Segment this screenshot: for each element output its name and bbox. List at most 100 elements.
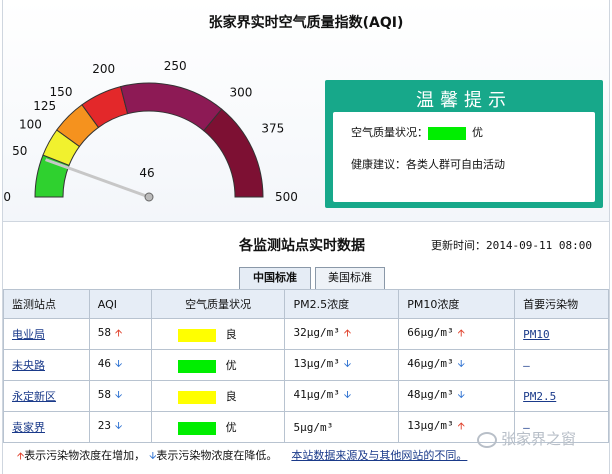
pm10-cell: 46μg/m³ 🡫	[398, 349, 516, 381]
station-name-text[interactable]: 袁家界	[12, 421, 45, 434]
primary-pollutant-text[interactable]: PM10	[523, 328, 550, 341]
station-name[interactable]: 永定新区	[3, 380, 90, 412]
gauge-tick-label: 250	[164, 59, 187, 73]
pm25-cell: 41μg/m³ 🡫	[284, 380, 400, 412]
arrow-up-icon: 🡩	[457, 327, 465, 339]
quality-swatch	[428, 126, 466, 140]
station-name[interactable]: 未央路	[3, 349, 90, 381]
arrow-down-icon: 🡫	[343, 389, 352, 401]
station-name-text[interactable]: 永定新区	[12, 390, 56, 403]
station-name-text[interactable]: 电业局	[12, 328, 45, 341]
quality-color-bar	[177, 328, 216, 342]
gauge-tick-label: 375	[261, 121, 284, 135]
header-station: 监测站点	[3, 289, 90, 319]
quality-row: 空气质量状况： 优	[351, 124, 483, 140]
pm25-cell: 13μg/m³ 🡫	[284, 349, 400, 381]
arrow-up-icon: 🡩	[457, 420, 465, 432]
header-primary: 首要污染物	[514, 289, 609, 319]
tab-us-standard[interactable]: 美国标准	[315, 267, 385, 289]
pm10-value: 46μg/m³	[407, 356, 454, 370]
arrow-down-icon: 🡫	[115, 358, 123, 370]
quality-label: 空气质量状况：	[351, 126, 428, 139]
watermark: 张家界之窗	[477, 428, 576, 449]
gauge-tick-label: 0	[3, 190, 11, 204]
station-name[interactable]: 袁家界	[3, 411, 90, 443]
pm25-value: 32μg/m³	[293, 325, 340, 339]
gauge-tick-label: 200	[92, 62, 115, 76]
pm10-cell: 66μg/m³ 🡩	[398, 318, 516, 350]
gauge-tick-label: 300	[229, 86, 252, 100]
station-name[interactable]: 电业局	[3, 318, 90, 350]
quality-value: 优	[472, 126, 483, 139]
quality-color-bar	[177, 421, 216, 435]
quality-cell: 优	[150, 349, 286, 381]
header-aqi: AQI	[88, 289, 152, 319]
gauge-tick-label: 125	[33, 99, 56, 113]
pm25-cell: 32μg/m³ 🡩	[284, 318, 400, 350]
primary-pollutant: —	[514, 349, 609, 381]
wechat-icon	[477, 431, 497, 448]
aqi-page: 张家界实时空气质量指数(AQI) 0 50 100 125 150 200 250 300 37…	[2, 0, 610, 474]
up-text: 表示污染物浓度在增加，	[24, 449, 146, 462]
aqi-value: 58	[97, 387, 112, 401]
header-quality: 空气质量状况	[150, 289, 286, 319]
table-header-row: 监测站点 AQI 空气质量状况 PM2.5浓度 PM10浓度 首要污染物	[3, 289, 609, 319]
arrow-down-icon: 🡫	[115, 420, 123, 432]
update-label: 更新时间：	[431, 239, 486, 252]
stations-title: 各监测站点实时数据	[239, 238, 365, 254]
down-text: 表示污染物浓度在降低。	[156, 449, 278, 462]
gauge-tick-label: 500	[275, 190, 298, 204]
arrow-down-icon: 🡫	[115, 389, 123, 401]
station-name-text[interactable]: 未央路	[12, 359, 45, 372]
primary-pollutant[interactable]: PM2.5	[514, 380, 609, 412]
tab-china-standard[interactable]: 中国标准	[239, 267, 311, 289]
pm25-cell: 5μg/m³	[284, 411, 400, 443]
aqi-value: 58	[97, 325, 112, 339]
arrow-up-icon: 🡩	[343, 327, 352, 339]
table-row: 永定新区 58 🡫 良 41μg/m³ 🡫 48μg/m³ 🡫 PM2.5	[3, 380, 609, 412]
aqi-value: 46	[97, 356, 112, 370]
arrow-down-icon: 🡫	[457, 389, 465, 401]
pm10-value: 13μg/m³	[407, 418, 454, 432]
gauge-band	[120, 82, 223, 132]
tips-title: 温馨提示	[416, 90, 512, 111]
gauge-tick-label: 50	[12, 144, 27, 158]
quality-cell: 良	[150, 380, 286, 412]
aqi-gauge: 0 50 100 125150 200 250 300 375 500 46	[3, 59, 298, 204]
quality-color-bar	[177, 390, 216, 404]
pm25-value: 41μg/m³	[293, 387, 340, 401]
page-title: 张家界实时空气质量指数(AQI)	[208, 15, 404, 31]
aqi-header-panel: 张家界实时空气质量指数(AQI) 0 50 100 125 150 200 250 300 37…	[3, 0, 609, 222]
tips-panel: 温馨提示 空气质量状况： 优 健康建议：各类人群可自由活动	[325, 80, 603, 208]
aqi-cell: 46 🡫	[88, 349, 152, 381]
gauge-tick-label: 150	[50, 85, 73, 99]
advice-label: 健康建议：	[351, 158, 406, 171]
update-time: 更新时间：2014-09-11 08:00	[431, 237, 592, 253]
advice-row: 健康建议：各类人群可自由活动	[351, 156, 505, 172]
primary-pollutant-text[interactable]: PM2.5	[523, 390, 556, 403]
primary-pollutant[interactable]: PM10	[514, 318, 609, 350]
quality-cell: 优	[150, 411, 286, 443]
data-source-link[interactable]: 本站数据来源及与其他网站的不同。	[291, 449, 467, 462]
gauge-value-label: 46	[139, 166, 154, 180]
pm10-value: 66μg/m³	[407, 325, 454, 339]
table-row: 未央路 46 🡫 优 13μg/m³ 🡫 46μg/m³ 🡫 —	[3, 349, 609, 381]
arrow-down-icon: 🡫	[343, 358, 352, 370]
tips-content: 空气质量状况： 优 健康建议：各类人群可自由活动	[333, 112, 595, 202]
gauge-tick-label: 100	[19, 117, 42, 131]
arrow-up-icon: 🡩	[115, 327, 123, 339]
gauge-band	[203, 108, 264, 198]
update-value: 2014-09-11 08:00	[486, 239, 592, 252]
advice-text: 各类人群可自由活动	[406, 158, 505, 171]
quality-text: 良	[225, 390, 237, 403]
pm10-value: 48μg/m³	[407, 387, 454, 401]
aqi-cell: 58 🡩	[88, 318, 152, 350]
pm25-value: 13μg/m³	[293, 356, 340, 370]
aqi-value: 23	[97, 418, 112, 432]
pm25-value: 5μg/m³	[293, 420, 334, 434]
gauge-hub	[144, 192, 154, 202]
watermark-text: 张家界之窗	[501, 430, 577, 448]
quality-text: 良	[225, 328, 237, 341]
table-row: 电业局 58 🡩 良 32μg/m³ 🡩 66μg/m³ 🡩 PM10	[3, 318, 609, 350]
aqi-cell: 23 🡫	[88, 411, 152, 443]
